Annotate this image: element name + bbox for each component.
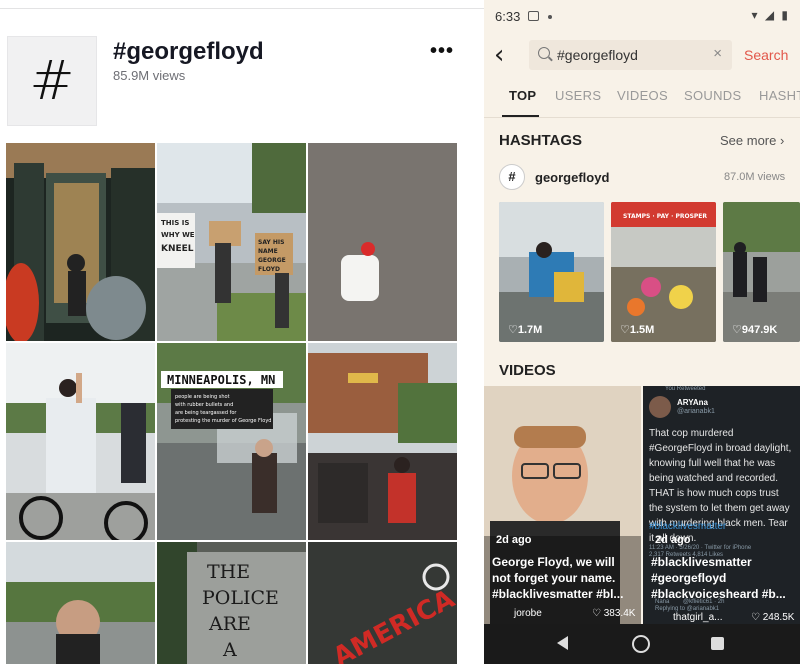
svg-text:SAY HIS: SAY HIS [258, 239, 284, 246]
video-caption-line: George Floyd, we will [492, 555, 615, 569]
hashtag-result-name[interactable]: georgefloyd [535, 170, 609, 185]
video-card[interactable]: 2d ago George Floyd, we will not forget … [484, 386, 641, 624]
hashtag-icon: # [29, 49, 75, 112]
result-tabs: TOP USERS VIDEOS SOUNDS HASHT [484, 84, 800, 118]
tab-hashtags[interactable]: HASHT [759, 88, 800, 103]
video-caption-line: #blacklivesmatter [651, 555, 752, 569]
svg-text:GEORGE: GEORGE [258, 257, 286, 264]
avatar [649, 396, 671, 418]
video-thumbnail[interactable] [308, 143, 457, 341]
video-thumbnail[interactable]: THE POLICE ARE A [157, 542, 306, 664]
svg-text:ARE: ARE [208, 613, 251, 635]
videos-heading: VIDEOS [499, 362, 556, 379]
back-arrow-icon[interactable]: ‹ [494, 42, 504, 68]
status-time: 6:33 [495, 9, 521, 24]
svg-text:WHY WE: WHY WE [161, 231, 195, 239]
video-author[interactable]: thatgirl_a... [673, 612, 722, 623]
hashtags-heading: HASHTAGS [499, 132, 583, 149]
thumbnail-like-count: ♡1.5M [620, 324, 655, 336]
nav-home-icon[interactable] [632, 635, 650, 653]
video-card[interactable]: You Retweeted ARYAna @arianabk1 That cop… [643, 386, 800, 624]
search-button[interactable]: Search [744, 47, 788, 63]
hashtag-icon: # [499, 164, 525, 190]
video-thumbnail[interactable] [6, 343, 155, 540]
reply-name: Nana [655, 599, 670, 605]
status-bar: 6:33 ▾ ◢ ▮ [484, 0, 800, 32]
android-nav-bar [484, 624, 800, 664]
svg-text:NAME: NAME [258, 248, 278, 255]
svg-text:protesting the murder of Georg: protesting the murder of George Floyd [175, 418, 271, 424]
tweet-handle: @arianabk1 [677, 408, 715, 415]
more-options-icon[interactable]: ••• [430, 40, 454, 63]
video-thumbnail[interactable]: THIS IS WHY WE KNEEL SAY HIS NAME GEORGE… [157, 143, 306, 341]
hashtag-page: # #georgefloyd 85.9M views ••• THIS IS W… [0, 0, 484, 664]
hashtag-video-thumbnail[interactable]: STAMPS · PAY · PROSPER ♡1.5M [611, 202, 716, 342]
video-thumbnail[interactable] [6, 542, 155, 664]
svg-text:FLOYD: FLOYD [258, 266, 280, 273]
tweet-hashtag: #blacklivesmatter [649, 521, 727, 532]
svg-text:KNEEL: KNEEL [161, 244, 194, 254]
hashtag-cover: # [7, 36, 97, 126]
reply-handle: @kflietic61 · 2h [683, 599, 725, 605]
svg-text:THE: THE [207, 561, 250, 583]
tab-top[interactable]: TOP [509, 88, 536, 103]
svg-text:are being teargassed for: are being teargassed for [175, 410, 237, 416]
hashtag-video-thumbnail[interactable]: ♡947.9K [723, 202, 800, 342]
video-caption-line: #georgefloyd [651, 571, 727, 585]
tab-users[interactable]: USERS [555, 88, 601, 103]
svg-text:POLICE: POLICE [202, 587, 279, 609]
nav-back-icon[interactable] [557, 636, 568, 650]
video-results: 2d ago George Floyd, we will not forget … [484, 386, 800, 624]
search-input[interactable]: #georgefloyd × [529, 40, 732, 70]
video-like-count: ♡ 383.4K [592, 608, 636, 619]
tab-videos[interactable]: VIDEOS [617, 88, 668, 103]
search-query[interactable]: #georgefloyd [557, 47, 638, 63]
hashtag-result-views: 87.0M views [724, 171, 786, 183]
tab-sounds[interactable]: SOUNDS [684, 88, 741, 103]
video-caption-line: #blacklivesmatter #bl... [492, 587, 624, 601]
video-thumbnail[interactable]: MINNEAPOLIS, MN people are being shot wi… [157, 343, 306, 540]
video-grid: THIS IS WHY WE KNEEL SAY HIS NAME GEORGE… [6, 143, 458, 664]
thumbnail-like-count: ♡1.7M [508, 324, 543, 336]
thumbnail-like-count: ♡947.9K [732, 324, 778, 336]
svg-text:A: A [222, 639, 237, 661]
video-thumbnail[interactable] [308, 343, 457, 540]
svg-text:people are being shot: people are being shot [175, 394, 230, 400]
search-icon [538, 47, 550, 59]
hashtag-title: #georgefloyd [113, 38, 264, 65]
storefront-sign: STAMPS · PAY · PROSPER [623, 213, 707, 220]
video-thumbnail[interactable]: AMERICA [308, 542, 457, 664]
phone-screen: 6:33 ▾ ◢ ▮ ‹ #georgefloyd × Search TOP U… [484, 0, 800, 664]
notification-dot-icon [548, 15, 552, 19]
message-notification-icon [528, 11, 539, 21]
svg-text:THIS IS: THIS IS [161, 219, 189, 227]
hashtag-view-count: 85.9M views [113, 68, 186, 83]
clear-icon[interactable]: × [713, 45, 722, 62]
wifi-signal-battery-icon: ▾ ◢ ▮ [751, 8, 790, 22]
video-caption-line: not forget your name. [492, 571, 616, 585]
see-more-link[interactable]: See more › [720, 133, 784, 148]
video-age: 2d ago [655, 534, 691, 546]
svg-text:MINNEAPOLIS, MN: MINNEAPOLIS, MN [167, 373, 275, 387]
svg-text:with rubber bullets and: with rubber bullets and [175, 402, 233, 408]
hashtag-video-thumbnail[interactable]: ♡1.7M [499, 202, 604, 342]
nav-recents-icon[interactable] [711, 637, 724, 650]
active-tab-indicator [502, 115, 539, 117]
top-divider [0, 8, 484, 9]
tweet-author: ARYAna [677, 398, 708, 407]
video-author[interactable]: jorobe [514, 608, 542, 619]
hashtag-thumbnails: ♡1.7M STAMPS · PAY · PROSPER ♡1.5M ♡947.… [499, 202, 800, 342]
retweet-label: You Retweeted [665, 386, 706, 392]
video-thumbnail[interactable] [6, 143, 155, 341]
video-like-count: ♡ 248.5K [751, 612, 795, 623]
video-age: 2d ago [496, 534, 532, 546]
